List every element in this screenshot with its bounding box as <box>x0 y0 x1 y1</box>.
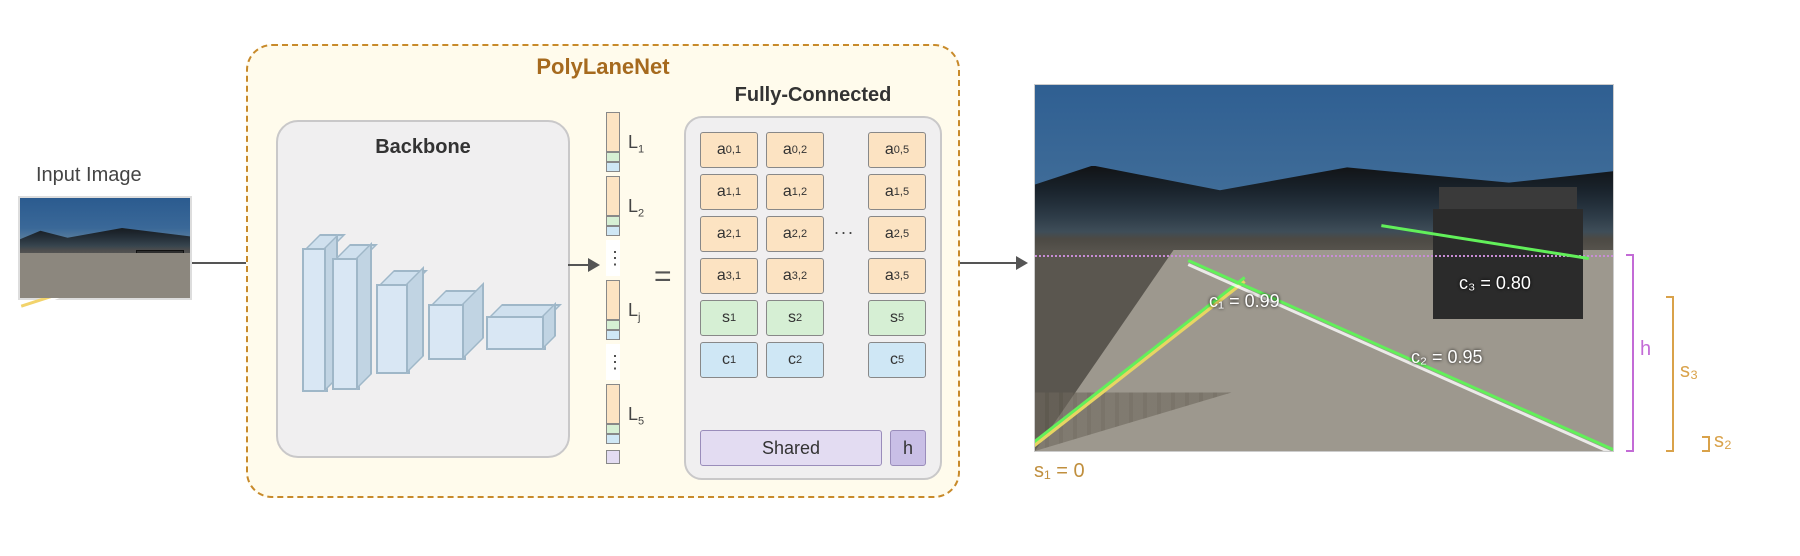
fc-cell-a: a1,2 <box>766 174 824 210</box>
fc-cell-a: a2,2 <box>766 216 824 252</box>
feat-a <box>606 384 620 424</box>
arrow-poly-to-output <box>960 262 1026 264</box>
output-truck <box>1433 209 1583 319</box>
fc-cell-c: c5 <box>868 342 926 378</box>
feat-s <box>606 320 620 330</box>
feat-a <box>606 176 620 216</box>
feat-h <box>606 450 620 464</box>
feat-a <box>606 280 620 320</box>
feat-c <box>606 330 620 340</box>
fc-cell-a: a1,5 <box>868 174 926 210</box>
feat-s <box>606 424 620 434</box>
cnn-slab <box>356 242 372 390</box>
fc-col-5: a0,5 a1,5 a2,5 a3,5 s5 c5 <box>868 132 926 384</box>
equals-sign: = <box>654 260 672 294</box>
fc-cell-a: a3,1 <box>700 258 758 294</box>
fc-shared-h: h <box>890 430 926 466</box>
input-lane-marking-2 <box>21 289 69 307</box>
input-image <box>18 196 192 300</box>
fully-connected-title: Fully-Connected <box>686 84 940 107</box>
feat-label-L5: L5 <box>628 404 644 428</box>
feat-label-L2: L2 <box>628 196 644 220</box>
feat-ellipsis: ⋮ <box>606 352 624 373</box>
fc-cell-a: a1,1 <box>700 174 758 210</box>
feat-c <box>606 162 620 172</box>
arrow-backbone-to-features <box>568 264 598 266</box>
bracket-s3-label: s₃ <box>1680 360 1698 383</box>
fc-cell-a: a0,2 <box>766 132 824 168</box>
output-c1-label: c₁ = 0.99 <box>1209 291 1280 312</box>
bracket-s2 <box>1700 436 1710 452</box>
bracket-s2-label: s₂ <box>1714 430 1732 453</box>
cnn-slab <box>406 266 424 374</box>
diagram-root: Input Image PolyLaneNet Backbone <box>0 0 1800 556</box>
feat-label-Lj: Lj <box>628 300 640 324</box>
fc-cell-c: c1 <box>700 342 758 378</box>
output-image: c₁ = 0.99 c₂ = 0.95 c₃ = 0.80 <box>1034 84 1614 452</box>
output-c2-label: c₂ = 0.95 <box>1411 347 1483 368</box>
bracket-h-label: h <box>1640 338 1651 361</box>
fc-shared-row: Shared h <box>700 430 926 466</box>
cnn-slab <box>486 316 546 350</box>
bracket-h <box>1624 254 1634 452</box>
fc-col-2: a0,2 a1,2 a2,2 a3,2 s2 c2 <box>766 132 824 384</box>
feature-vector <box>606 112 620 472</box>
bracket-s3 <box>1664 296 1674 452</box>
fc-cell-s: s1 <box>700 300 758 336</box>
cnn-slab <box>376 284 410 374</box>
backbone-card: Backbone <box>276 120 570 458</box>
fc-cell-s: s5 <box>868 300 926 336</box>
feat-a <box>606 112 620 152</box>
feat-c <box>606 434 620 444</box>
output-s1-label: s₁ = 0 <box>1034 460 1085 483</box>
fc-cell-c: c2 <box>766 342 824 378</box>
fc-cell-a: a2,1 <box>700 216 758 252</box>
polylanenet-box: PolyLaneNet Backbone <box>246 44 960 498</box>
fully-connected-card: a0,1 a1,1 a2,1 a3,1 s1 c1 a0,2 a1,2 a2,2… <box>684 116 942 480</box>
input-image-label: Input Image <box>36 164 142 187</box>
polylanenet-title: PolyLaneNet <box>248 44 958 80</box>
input-lane-marking <box>45 281 93 303</box>
fc-ellipsis: ... <box>834 218 855 239</box>
feat-s <box>606 152 620 162</box>
backbone-title: Backbone <box>278 136 568 159</box>
fc-cell-s: s2 <box>766 300 824 336</box>
feat-label-L1: L1 <box>628 132 644 156</box>
feat-ellipsis: ⋮ <box>606 248 624 269</box>
input-truck-shape <box>136 250 184 286</box>
backbone-cnn-illustration <box>302 226 548 426</box>
fc-cell-a: a0,1 <box>700 132 758 168</box>
feat-s <box>606 216 620 226</box>
cnn-slab <box>428 304 466 360</box>
fc-col-1: a0,1 a1,1 a2,1 a3,1 s1 c1 <box>700 132 758 384</box>
feat-c <box>606 226 620 236</box>
fc-shared-label: Shared <box>700 430 882 466</box>
output-c3-label: c₃ = 0.80 <box>1459 273 1531 294</box>
fc-cell-a: a3,2 <box>766 258 824 294</box>
horizon-line <box>1035 255 1613 257</box>
fc-cell-a: a2,5 <box>868 216 926 252</box>
fc-cell-a: a3,5 <box>868 258 926 294</box>
fc-cell-a: a0,5 <box>868 132 926 168</box>
